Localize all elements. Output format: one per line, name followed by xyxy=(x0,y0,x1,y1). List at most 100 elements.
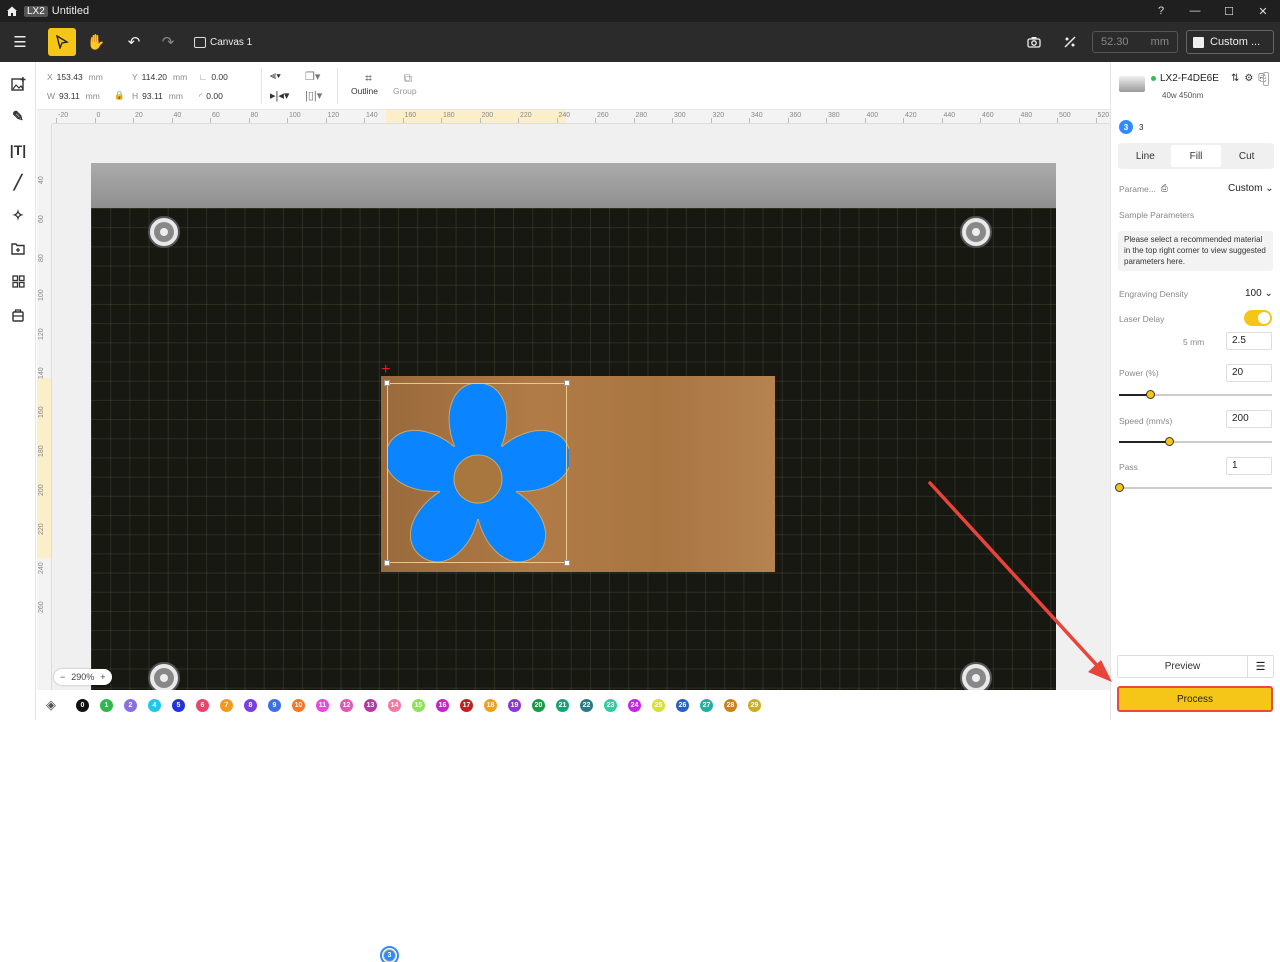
tab-canvas-1[interactable]: Canvas 1 xyxy=(194,36,252,48)
layer-color-swatch[interactable]: 17 xyxy=(460,698,473,712)
h-field[interactable]: H 93.11 mm xyxy=(132,91,183,101)
layer-color-swatch[interactable]: 22 xyxy=(580,698,593,712)
layer-color-swatch[interactable]: 20 xyxy=(532,698,545,712)
panel-scrollbar[interactable] xyxy=(1263,72,1269,86)
layer-color-swatch[interactable]: 2 xyxy=(124,698,137,712)
delay-input[interactable]: 2.5 xyxy=(1226,332,1272,350)
swap-device-icon[interactable]: ⇅ xyxy=(1231,73,1239,84)
power-input[interactable]: 20 xyxy=(1226,364,1272,382)
help-icon[interactable]: ? xyxy=(1144,0,1178,22)
resize-handle[interactable] xyxy=(564,560,570,566)
image-import-icon[interactable] xyxy=(0,67,36,100)
layer-color-swatch[interactable]: 21 xyxy=(556,698,569,712)
layer-color-swatch[interactable]: 13 xyxy=(364,698,377,712)
layers-icon[interactable]: ◈ xyxy=(37,697,65,713)
home-icon[interactable] xyxy=(0,5,24,17)
horizontal-ruler: -20 0 20 40 60 80 100 120 140 160 180 200 220 240 260 2… xyxy=(52,110,1110,124)
maximize-button[interactable]: ☐ xyxy=(1212,0,1246,22)
layer-color-swatch[interactable]: 9 xyxy=(268,698,281,712)
projects-bag-icon[interactable] xyxy=(0,298,36,331)
minimize-button[interactable]: — xyxy=(1178,0,1212,22)
layer-color-swatch[interactable]: 25 xyxy=(652,698,665,712)
power-slider-knob[interactable] xyxy=(1146,390,1155,399)
outline-button[interactable]: ⌗ Outline xyxy=(351,71,378,96)
elements-library-icon[interactable] xyxy=(0,265,36,298)
group-button[interactable]: ⧉ Group xyxy=(393,71,417,96)
layer-color-swatch[interactable]: 6 xyxy=(196,698,209,712)
preview-button[interactable]: Preview ☰ xyxy=(1117,655,1274,678)
menu-icon[interactable]: ☰ xyxy=(6,28,34,56)
device-name[interactable]: LX2-F4DE6E xyxy=(1151,73,1219,84)
folder-import-icon[interactable] xyxy=(0,232,36,265)
layer-color-swatch[interactable]: 3 xyxy=(380,946,399,962)
undo-icon[interactable]: ↶ xyxy=(120,28,148,56)
speed-input[interactable]: 200 xyxy=(1226,410,1272,428)
layer-color-swatch[interactable]: 26 xyxy=(676,698,689,712)
layer-color-swatch[interactable]: 19 xyxy=(508,698,521,712)
layer-color-swatch[interactable]: 24 xyxy=(628,698,641,712)
auto-focus-icon[interactable] xyxy=(1052,35,1088,49)
layer-color-swatch[interactable]: 23 xyxy=(604,698,617,712)
pen-tool-icon[interactable]: ✎ xyxy=(0,100,36,133)
pass-slider[interactable] xyxy=(1115,483,1272,492)
align-icon[interactable]: ⫷▾ xyxy=(270,70,281,83)
angle-field[interactable]: ∟ 0.00 xyxy=(199,72,228,82)
layer-color-swatch[interactable]: 5 xyxy=(172,698,185,712)
select-tool-icon[interactable] xyxy=(48,28,76,56)
pass-input[interactable]: 1 xyxy=(1226,457,1272,475)
arrange-icon[interactable]: ❐▾ xyxy=(305,70,320,83)
layer-color-swatch[interactable]: 0 xyxy=(76,698,89,712)
layer-color-swatch[interactable]: 4 xyxy=(148,698,161,712)
shapes-tool-icon[interactable]: ✧ xyxy=(0,199,36,232)
tab-line[interactable]: Line xyxy=(1120,145,1171,167)
power-slider[interactable] xyxy=(1119,390,1272,399)
speed-slider-knob[interactable] xyxy=(1165,437,1174,446)
w-field[interactable]: W 93.11 mm xyxy=(47,91,100,101)
focus-distance-input[interactable]: 52.30 mm xyxy=(1092,31,1178,53)
distribute-icon[interactable]: |▯|▾ xyxy=(305,89,322,102)
resize-handle[interactable] xyxy=(384,380,390,386)
zoom-out-button[interactable]: − xyxy=(60,672,65,682)
resize-handle[interactable] xyxy=(384,560,390,566)
speed-slider[interactable] xyxy=(1119,437,1272,446)
layer-color-swatch[interactable]: 11 xyxy=(316,698,329,712)
layer-color-swatch[interactable]: 29 xyxy=(748,698,761,712)
process-button[interactable]: Process xyxy=(1117,686,1273,712)
layer-color-swatch[interactable]: 1 xyxy=(100,698,113,712)
camera-icon[interactable] xyxy=(1016,36,1052,48)
material-select-button[interactable]: Custom ... xyxy=(1186,30,1274,54)
layer-color-swatch[interactable]: 27 xyxy=(700,698,713,712)
tab-cut[interactable]: Cut xyxy=(1221,145,1272,167)
canvas-area[interactable]: + xyxy=(52,124,1110,690)
save-parameter-icon[interactable]: ⎙ xyxy=(1161,183,1168,194)
engraving-density-select[interactable]: 100 ⌄ xyxy=(1245,288,1273,299)
layer-chip[interactable]: 3 3 xyxy=(1119,120,1143,134)
layer-color-swatch[interactable]: 16 xyxy=(436,698,449,712)
redo-icon[interactable]: ↷ xyxy=(154,28,182,56)
zoom-in-button[interactable]: + xyxy=(100,672,105,682)
text-tool-icon[interactable]: |T| xyxy=(0,133,36,166)
laser-delay-toggle[interactable] xyxy=(1244,310,1272,326)
layer-color-swatch[interactable]: 10 xyxy=(292,698,305,712)
tab-fill[interactable]: Fill xyxy=(1170,145,1222,167)
layer-color-swatch[interactable]: 8 xyxy=(244,698,257,712)
pan-hand-icon[interactable]: ✋ xyxy=(82,28,110,56)
line-tool-icon[interactable]: ╱ xyxy=(0,166,36,199)
layer-color-swatch[interactable]: 12 xyxy=(340,698,353,712)
x-field[interactable]: X 153.43 mm xyxy=(47,72,103,82)
y-field[interactable]: Y 114.20 mm xyxy=(132,72,187,82)
device-settings-icon[interactable]: ⚙ xyxy=(1244,73,1253,84)
close-button[interactable]: ✕ xyxy=(1246,0,1280,22)
resize-handle[interactable] xyxy=(564,380,570,386)
layer-color-swatch[interactable]: 7 xyxy=(220,698,233,712)
layer-color-swatch[interactable]: 18 xyxy=(484,698,497,712)
pass-slider-knob[interactable] xyxy=(1115,483,1124,492)
more-menu-icon[interactable]: ☰ xyxy=(1247,656,1273,677)
layer-color-swatch[interactable]: 14 xyxy=(388,698,401,712)
parameter-preset-select[interactable]: Custom ⌄ xyxy=(1228,183,1274,194)
layer-color-swatch[interactable]: 28 xyxy=(724,698,737,712)
flip-icon[interactable]: ▸|◂▾ xyxy=(270,89,289,102)
lock-ratio-icon[interactable]: 🔒 xyxy=(114,90,125,101)
layer-color-swatch[interactable]: 15 xyxy=(412,698,425,712)
corner-radius-field[interactable]: ◜ 0.00 xyxy=(199,91,223,102)
